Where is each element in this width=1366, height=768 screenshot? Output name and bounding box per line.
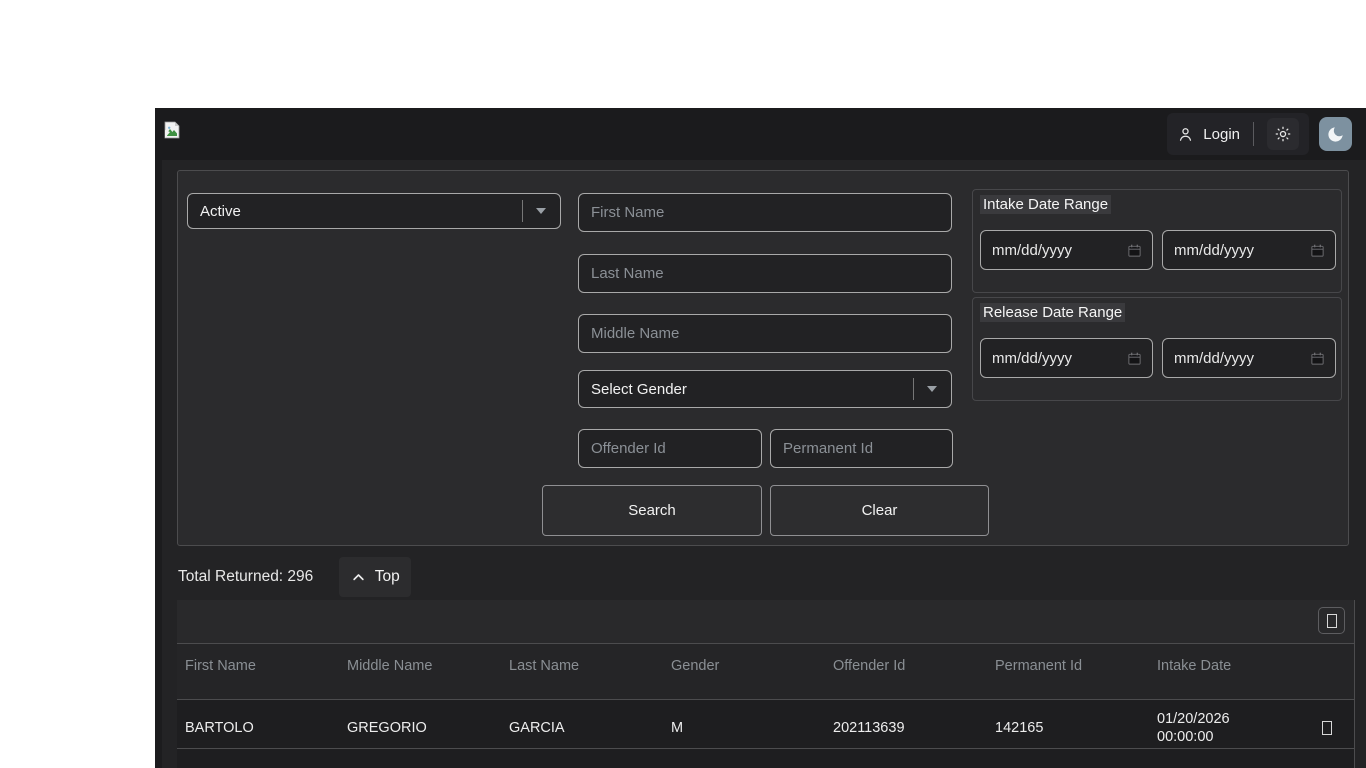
sun-icon [1275, 126, 1291, 142]
broken-image-icon [164, 121, 180, 139]
dark-mode-button[interactable] [1319, 117, 1352, 151]
cell-last-name: GARCIA [509, 720, 565, 736]
calendar-icon [1311, 352, 1324, 365]
grid-options-button[interactable] [1318, 607, 1345, 634]
cell-offender-id: 202113639 [833, 720, 905, 736]
table-row[interactable]: ANGELA DAVIS F 202113638 137959 01/20/20… [177, 749, 1354, 768]
date-placeholder: mm/dd/yyyy [1174, 349, 1255, 367]
cell-offender-id: 202113638 [825, 749, 987, 768]
status-select[interactable]: Active [187, 193, 561, 229]
status-select-value: Active [200, 202, 241, 220]
column-header-gender[interactable]: Gender [663, 644, 825, 699]
left-edge-strip [155, 160, 162, 768]
middle-name-input[interactable] [578, 314, 952, 353]
table-header-row: First Name Middle Name Last Name Gender … [177, 643, 1354, 700]
date-placeholder: mm/dd/yyyy [992, 241, 1073, 259]
calendar-icon [1311, 244, 1324, 257]
select-divider [913, 378, 914, 400]
first-name-input[interactable] [578, 193, 952, 232]
chevron-down-icon [536, 208, 546, 214]
calendar-icon [1128, 352, 1141, 365]
chevron-down-icon [927, 386, 937, 392]
scroll-to-top-button[interactable]: Top [339, 557, 412, 597]
light-mode-button[interactable] [1267, 118, 1299, 150]
clear-button[interactable]: Clear [770, 485, 989, 536]
user-icon [1180, 127, 1192, 141]
cell-row-action[interactable] [1300, 700, 1354, 748]
release-start-date-input[interactable]: mm/dd/yyyy [980, 338, 1153, 378]
results-summary-bar: Total Returned: 296 Top [178, 557, 412, 597]
total-returned-label: Total Returned: 296 [178, 568, 314, 585]
screenshot-canvas: Login Active First Name Last Name Middle… [0, 0, 1366, 768]
intake-date-date: 01/20/2026 [1157, 711, 1230, 727]
release-date-range-group: Release Date Range mm/dd/yyyy mm/dd/yyyy [972, 297, 1342, 401]
cell-gender: M [671, 720, 684, 736]
intake-end-date-input[interactable]: mm/dd/yyyy [1162, 230, 1336, 270]
app-window: Login Active First Name Last Name Middle… [155, 108, 1366, 768]
intake-date-range-label: Intake Date Range [980, 195, 1112, 214]
cell-permanent-id: 137959 [987, 749, 1149, 768]
cell-gender: F [663, 749, 825, 768]
cell-first-name: ANGELA [177, 749, 339, 768]
column-header-actions [1300, 644, 1354, 699]
release-end-date-input[interactable]: mm/dd/yyyy [1162, 338, 1336, 378]
intake-date-range-group: Intake Date Range mm/dd/yyyy mm/dd/yyyy [972, 189, 1342, 293]
intake-date-time: 00:00:00 [1157, 729, 1214, 745]
column-header-permanent-id[interactable]: Permanent Id [987, 644, 1149, 699]
cell-middle-name [339, 749, 501, 768]
gender-select-value: Select Gender [591, 380, 687, 398]
cell-row-action[interactable] [1300, 749, 1354, 768]
placeholder-glyph-icon [1326, 613, 1337, 628]
cell-permanent-id: 142165 [995, 720, 1044, 736]
topbar-divider [1253, 122, 1254, 146]
date-placeholder: mm/dd/yyyy [992, 349, 1073, 367]
select-divider [522, 200, 523, 222]
search-panel: Active Select Gender Search Clear Intake… [177, 170, 1349, 546]
column-header-intake-date[interactable]: Intake Date [1149, 644, 1300, 699]
placeholder-glyph-icon [1322, 721, 1332, 735]
cell-first-name: BARTOLO [185, 720, 254, 736]
permanent-id-input[interactable] [770, 429, 953, 468]
release-date-range-label: Release Date Range [980, 303, 1126, 322]
intake-start-date-input[interactable]: mm/dd/yyyy [980, 230, 1153, 270]
column-header-last-name[interactable]: Last Name [501, 644, 663, 699]
table-row[interactable]: BARTOLO GREGORIO GARCIA M 202113639 1421… [177, 700, 1354, 749]
login-button[interactable]: Login [1203, 126, 1240, 143]
calendar-icon [1128, 244, 1141, 257]
moon-icon [1328, 126, 1343, 142]
results-table-panel: First Name Middle Name Last Name Gender … [177, 600, 1355, 768]
grid-toolbar [177, 600, 1354, 643]
topbar-actions: Login [1167, 113, 1352, 155]
chevron-up-icon [353, 573, 364, 580]
column-header-first-name[interactable]: First Name [177, 644, 339, 699]
cell-last-name: DAVIS [501, 749, 663, 768]
cell-intake-date: 01/20/2026 [1149, 749, 1300, 768]
top-button-label: Top [374, 568, 400, 585]
gender-select[interactable]: Select Gender [578, 370, 952, 408]
offender-id-input[interactable] [578, 429, 762, 468]
cell-middle-name: GREGORIO [347, 720, 427, 736]
column-header-offender-id[interactable]: Offender Id [825, 644, 987, 699]
cell-intake-date: 01/20/2026 00:00:00 [1149, 700, 1300, 748]
last-name-input[interactable] [578, 254, 952, 293]
column-header-middle-name[interactable]: Middle Name [339, 644, 501, 699]
date-placeholder: mm/dd/yyyy [1174, 241, 1255, 259]
login-cluster: Login [1167, 113, 1309, 155]
top-navigation-bar: Login [155, 108, 1366, 160]
search-button[interactable]: Search [542, 485, 762, 536]
